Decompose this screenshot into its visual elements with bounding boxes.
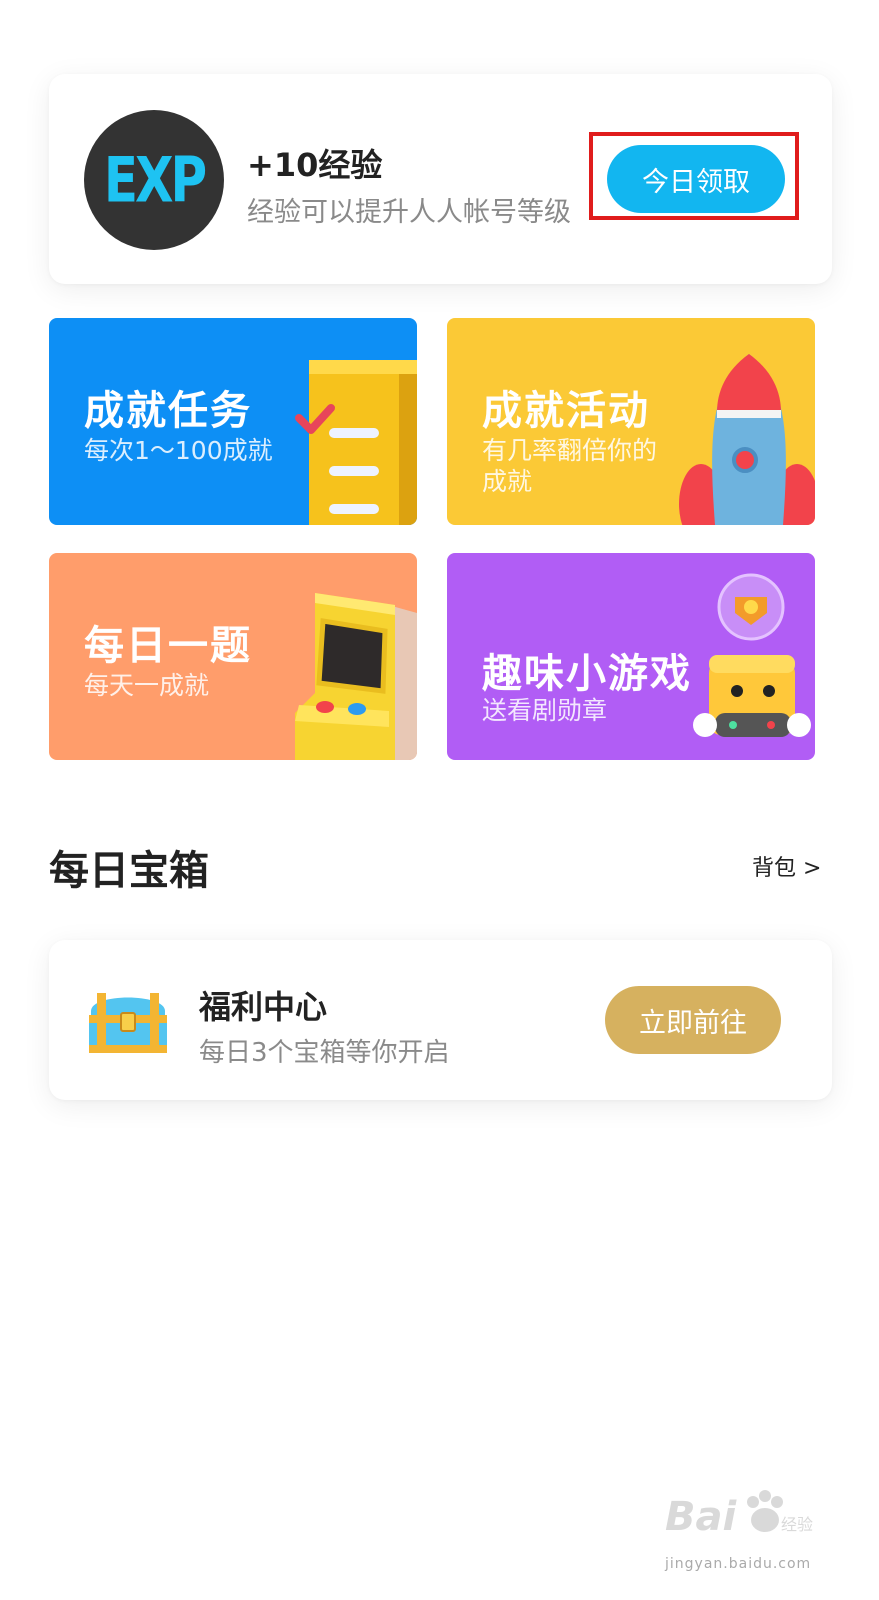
tile-title: 成就任务 bbox=[84, 388, 252, 434]
baidu-jingyan-watermark: Bai 经验 bbox=[665, 1478, 815, 1550]
welfare-description: 每日3个宝箱等你开启 bbox=[199, 1038, 450, 1068]
watermark-brand: Bai bbox=[665, 1494, 737, 1540]
tile-title: 趣味小游戏 bbox=[482, 651, 692, 697]
tile-title: 每日一题 bbox=[84, 623, 252, 669]
checklist-cabinet-icon bbox=[295, 360, 417, 525]
welfare-center-card: 福利中心 每日3个宝箱等你开启 立即前往 bbox=[49, 940, 832, 1100]
backpack-link[interactable]: 背包 > bbox=[752, 850, 821, 882]
treasure-chest-icon bbox=[89, 993, 167, 1053]
welfare-title: 福利中心 bbox=[199, 988, 328, 1026]
tile-subtitle: 送看剧勋章 bbox=[482, 696, 608, 725]
watermark-url: jingyan.baidu.com bbox=[665, 1556, 812, 1572]
claim-today-button[interactable]: 今日领取 bbox=[607, 145, 785, 213]
daily-chest-section-title: 每日宝箱 bbox=[49, 848, 209, 894]
tile-subtitle: 有几率翻倍你的 成就 bbox=[482, 436, 658, 496]
exp-title: +10经验 bbox=[247, 146, 383, 184]
exp-badge-icon: EXP bbox=[84, 110, 224, 250]
game-mascot-icon bbox=[693, 573, 811, 737]
exp-reward-card: EXP +10经验 经验可以提升人人帐号等级 今日领取 bbox=[49, 74, 832, 284]
baidu-paw-logo: Bai 经验 bbox=[665, 1490, 813, 1540]
tile-fun-mini-games[interactable]: 趣味小游戏 送看剧勋章 bbox=[447, 553, 815, 760]
exp-badge-text: EXP bbox=[103, 143, 207, 217]
tile-daily-question[interactable]: 每日一题 每天一成就 bbox=[49, 553, 417, 760]
tile-achievement-tasks[interactable]: 成就任务 每次1～100成就 bbox=[49, 318, 417, 525]
tile-subtitle: 每次1～100成就 bbox=[84, 436, 273, 465]
arcade-machine-icon bbox=[295, 593, 417, 760]
watermark-brand2: 经验 bbox=[781, 1515, 813, 1534]
tile-title: 成就活动 bbox=[482, 388, 650, 434]
tile-achievement-activity[interactable]: 成就活动 有几率翻倍你的 成就 bbox=[447, 318, 815, 525]
exp-description: 经验可以提升人人帐号等级 bbox=[247, 197, 571, 228]
go-now-button[interactable]: 立即前往 bbox=[605, 986, 781, 1054]
tile-subtitle: 每天一成就 bbox=[84, 671, 210, 700]
rocket-icon bbox=[679, 354, 815, 525]
